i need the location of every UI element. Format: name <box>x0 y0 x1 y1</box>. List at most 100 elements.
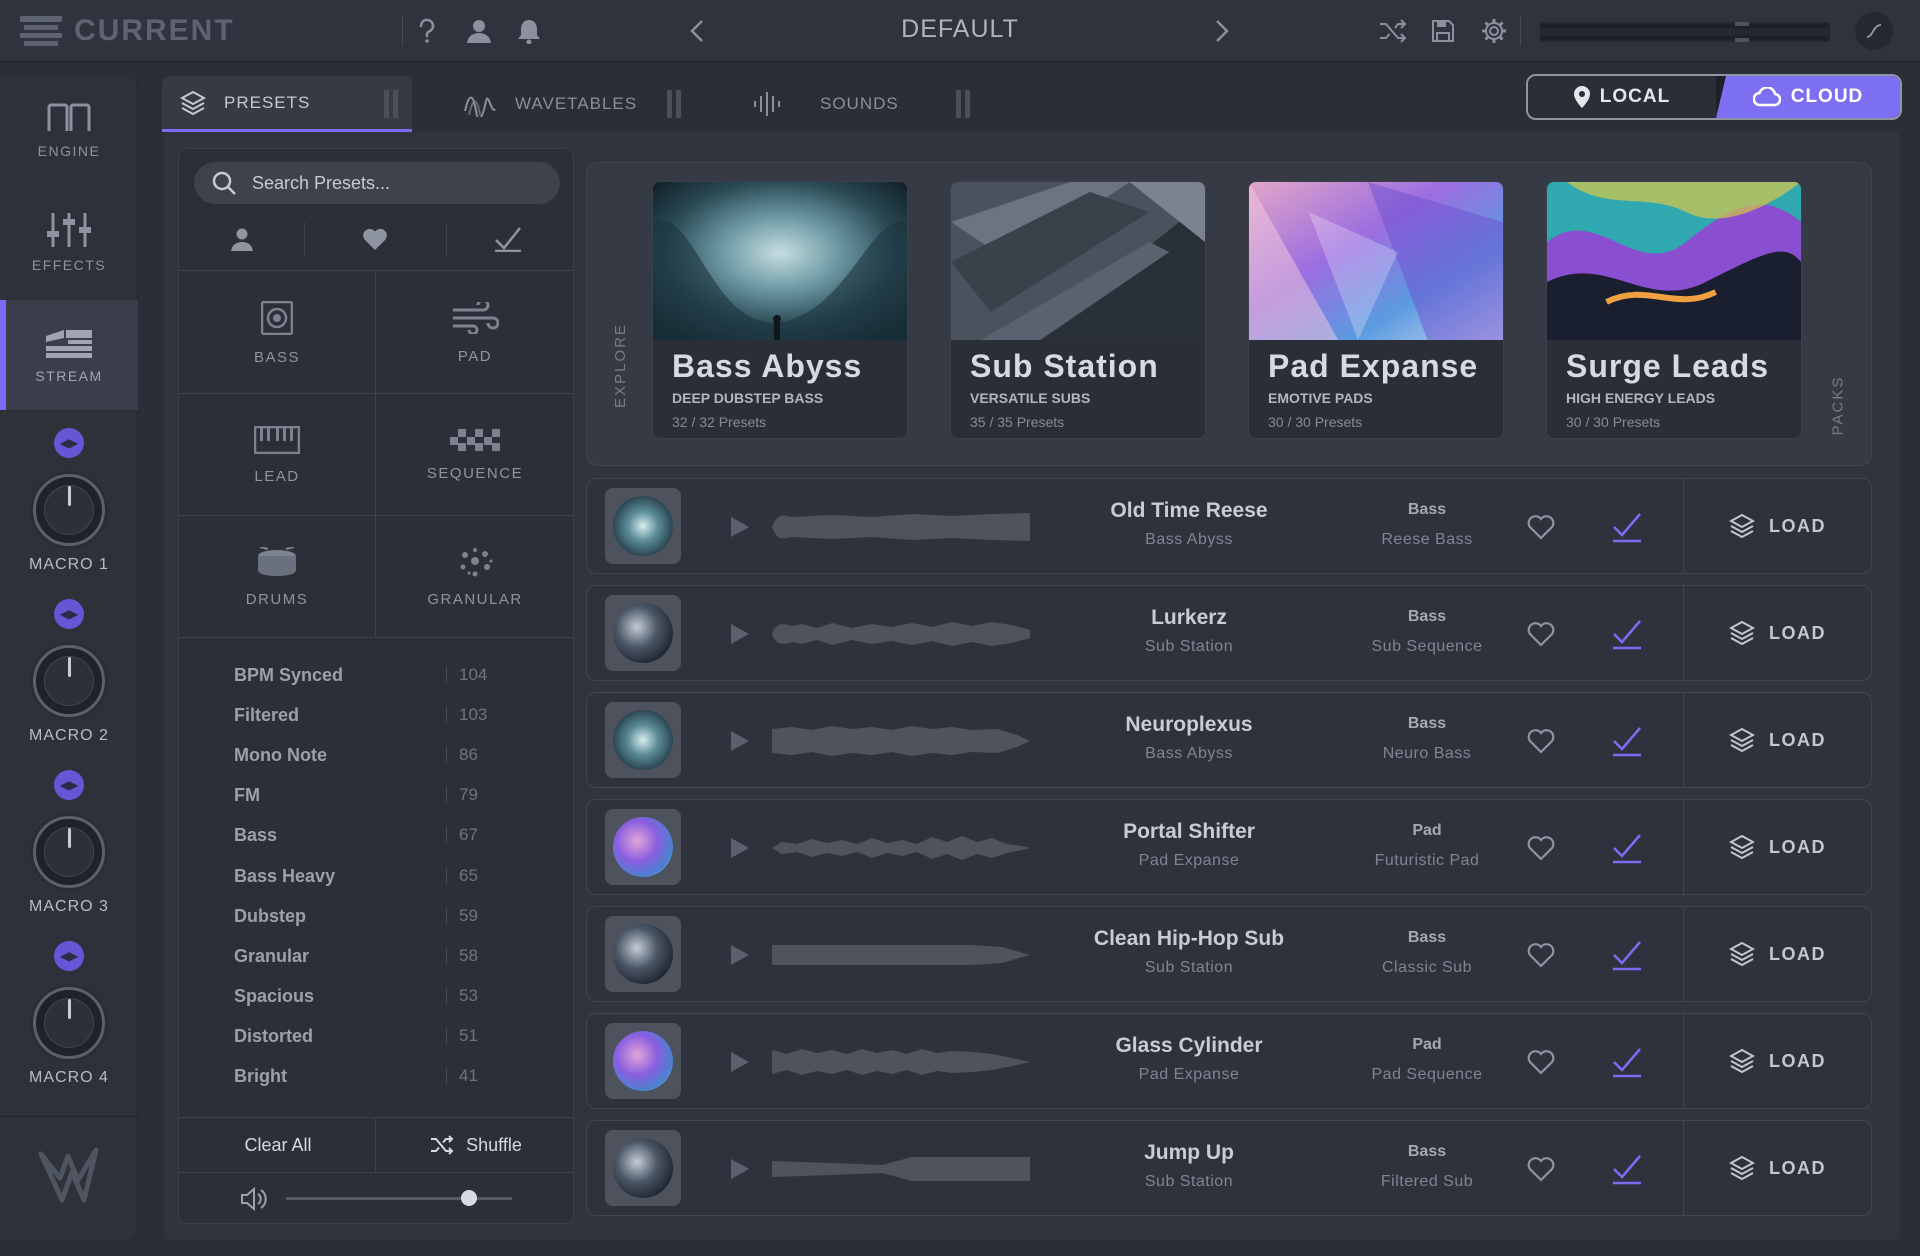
cloud-button[interactable]: CLOUD <box>1716 76 1900 118</box>
sidebar-item-effects[interactable]: EFFECTS <box>0 188 138 298</box>
tag-item[interactable]: Dubstep 59 <box>234 896 534 936</box>
local-button[interactable]: LOCAL <box>1528 76 1716 118</box>
load-button[interactable]: LOAD <box>1683 800 1871 894</box>
user-icon[interactable] <box>462 14 496 48</box>
tag-item[interactable]: Filtered 103 <box>234 695 534 735</box>
waveform-preview[interactable] <box>772 1036 1032 1088</box>
next-preset-button[interactable] <box>1205 14 1239 48</box>
tab-wavetables[interactable]: WAVETABLES <box>445 76 695 132</box>
clear-all-button[interactable]: Clear All <box>180 1118 376 1172</box>
play-icon[interactable] <box>727 836 751 860</box>
heart-icon[interactable] <box>1527 1048 1555 1076</box>
preset-row[interactable]: Lurkerz Sub Station Bass Sub Sequence LO… <box>586 585 1872 681</box>
play-icon[interactable] <box>727 515 751 539</box>
preset-row[interactable]: Jump Up Sub Station Bass Filtered Sub LO… <box>586 1120 1872 1216</box>
category-sequence[interactable]: SEQUENCE <box>376 394 574 516</box>
category-lead[interactable]: LEAD <box>178 394 376 516</box>
packs-label[interactable]: PACKS <box>1818 370 1858 440</box>
load-button[interactable]: LOAD <box>1683 907 1871 1001</box>
save-icon[interactable] <box>1426 14 1460 48</box>
heart-icon[interactable] <box>1527 1155 1555 1183</box>
checkmark-icon[interactable] <box>1611 725 1643 757</box>
waveform-preview[interactable] <box>772 608 1032 660</box>
macro-knob[interactable] <box>33 474 105 546</box>
filter-installed-checkmark-icon[interactable] <box>486 222 530 256</box>
tag-item[interactable]: Bass Heavy 65 <box>234 856 534 896</box>
previous-preset-button[interactable] <box>680 14 714 48</box>
bell-icon[interactable] <box>512 14 546 48</box>
category-pad[interactable]: PAD <box>376 272 574 394</box>
heart-icon[interactable] <box>1527 727 1555 755</box>
play-icon[interactable] <box>727 729 751 753</box>
pack-card-bass-abyss[interactable]: Bass Abyss DEEP DUBSTEP BASS 32 / 32 Pre… <box>652 181 908 439</box>
load-button[interactable]: LOAD <box>1683 1014 1871 1108</box>
load-button[interactable]: LOAD <box>1683 1121 1871 1215</box>
checkmark-icon[interactable] <box>1611 511 1643 543</box>
help-icon[interactable] <box>410 14 444 48</box>
pack-card-sub-station[interactable]: Sub Station VERSATILE SUBS 35 / 35 Prese… <box>950 181 1206 439</box>
preset-row[interactable]: Clean Hip-Hop Sub Sub Station Bass Class… <box>586 906 1872 1002</box>
filter-user-presets-icon[interactable] <box>220 222 264 256</box>
tag-item[interactable]: Mono Note 86 <box>234 735 534 775</box>
tab-drag-handle-icon[interactable] <box>956 90 970 118</box>
sidebar-item-engine[interactable]: ENGINE <box>0 76 138 186</box>
macro-knob[interactable] <box>33 816 105 888</box>
checkmark-icon[interactable] <box>1611 618 1643 650</box>
heart-icon[interactable] <box>1527 620 1555 648</box>
waveform-preview[interactable] <box>772 822 1032 874</box>
pack-card-pad-expanse[interactable]: Pad Expanse EMOTIVE PADS 30 / 30 Presets <box>1248 181 1504 439</box>
load-button[interactable]: LOAD <box>1683 586 1871 680</box>
volume-icon[interactable] <box>240 1186 268 1212</box>
category-bass[interactable]: BASS <box>178 272 376 394</box>
sidebar-item-stream[interactable]: STREAM <box>0 300 138 410</box>
tag-item[interactable]: Spacious 53 <box>234 976 534 1016</box>
preset-row[interactable]: Old Time Reese Bass Abyss Bass Reese Bas… <box>586 478 1872 574</box>
tab-drag-handle-icon[interactable] <box>384 90 398 118</box>
tab-presets[interactable]: PRESETS <box>162 76 412 132</box>
play-icon[interactable] <box>727 1050 751 1074</box>
heart-icon[interactable] <box>1527 941 1555 969</box>
tag-item[interactable]: Granular 58 <box>234 936 534 976</box>
shuffle-icon[interactable] <box>1376 14 1410 48</box>
preset-row[interactable]: Glass Cylinder Pad Expanse Pad Pad Seque… <box>586 1013 1872 1109</box>
macro-knob[interactable] <box>33 987 105 1059</box>
category-granular[interactable]: GRANULAR <box>376 516 574 638</box>
play-icon[interactable] <box>727 1157 751 1181</box>
play-icon[interactable] <box>727 943 751 967</box>
tab-sounds[interactable]: SOUNDS <box>734 76 984 132</box>
checkmark-icon[interactable] <box>1611 1153 1643 1185</box>
shuffle-button[interactable]: Shuffle <box>378 1118 574 1172</box>
preset-row[interactable]: Neuroplexus Bass Abyss Bass Neuro Bass L… <box>586 692 1872 788</box>
search-input[interactable] <box>252 172 542 194</box>
waveform-preview[interactable] <box>772 715 1032 767</box>
waveform-preview[interactable] <box>772 1143 1032 1195</box>
waveform-preview[interactable] <box>772 501 1032 553</box>
heart-icon[interactable] <box>1527 834 1555 862</box>
volume-slider[interactable] <box>286 1197 512 1200</box>
tab-drag-handle-icon[interactable] <box>667 90 681 118</box>
tag-item[interactable]: BPM Synced 104 <box>234 655 534 695</box>
macro-link-icon[interactable]: ◀▶ <box>54 770 84 800</box>
tag-item[interactable]: Bright 41 <box>234 1056 534 1096</box>
macro-knob[interactable] <box>33 645 105 717</box>
search-box[interactable] <box>194 162 560 204</box>
gear-icon[interactable] <box>1477 14 1511 48</box>
pack-card-surge-leads[interactable]: Surge Leads HIGH ENERGY LEADS 30 / 30 Pr… <box>1546 181 1802 439</box>
tag-item[interactable]: Bass 67 <box>234 815 534 855</box>
heart-icon[interactable] <box>1527 513 1555 541</box>
filter-favorites-icon[interactable] <box>353 222 397 256</box>
preset-row[interactable]: Portal Shifter Pad Expanse Pad Futuristi… <box>586 799 1872 895</box>
load-button[interactable]: LOAD <box>1683 693 1871 787</box>
macro-link-icon[interactable]: ◀▶ <box>54 941 84 971</box>
category-drums[interactable]: DRUMS <box>178 516 376 638</box>
load-button[interactable]: LOAD <box>1683 479 1871 573</box>
waveform-preview[interactable] <box>772 929 1032 981</box>
checkmark-icon[interactable] <box>1611 1046 1643 1078</box>
macro-link-icon[interactable]: ◀▶ <box>54 428 84 458</box>
checkmark-icon[interactable] <box>1611 939 1643 971</box>
resize-handle-icon[interactable] <box>1855 12 1893 50</box>
play-icon[interactable] <box>727 622 751 646</box>
tag-item[interactable]: Distorted 51 <box>234 1016 534 1056</box>
checkmark-icon[interactable] <box>1611 832 1643 864</box>
volume-slider-thumb[interactable] <box>461 1190 477 1206</box>
